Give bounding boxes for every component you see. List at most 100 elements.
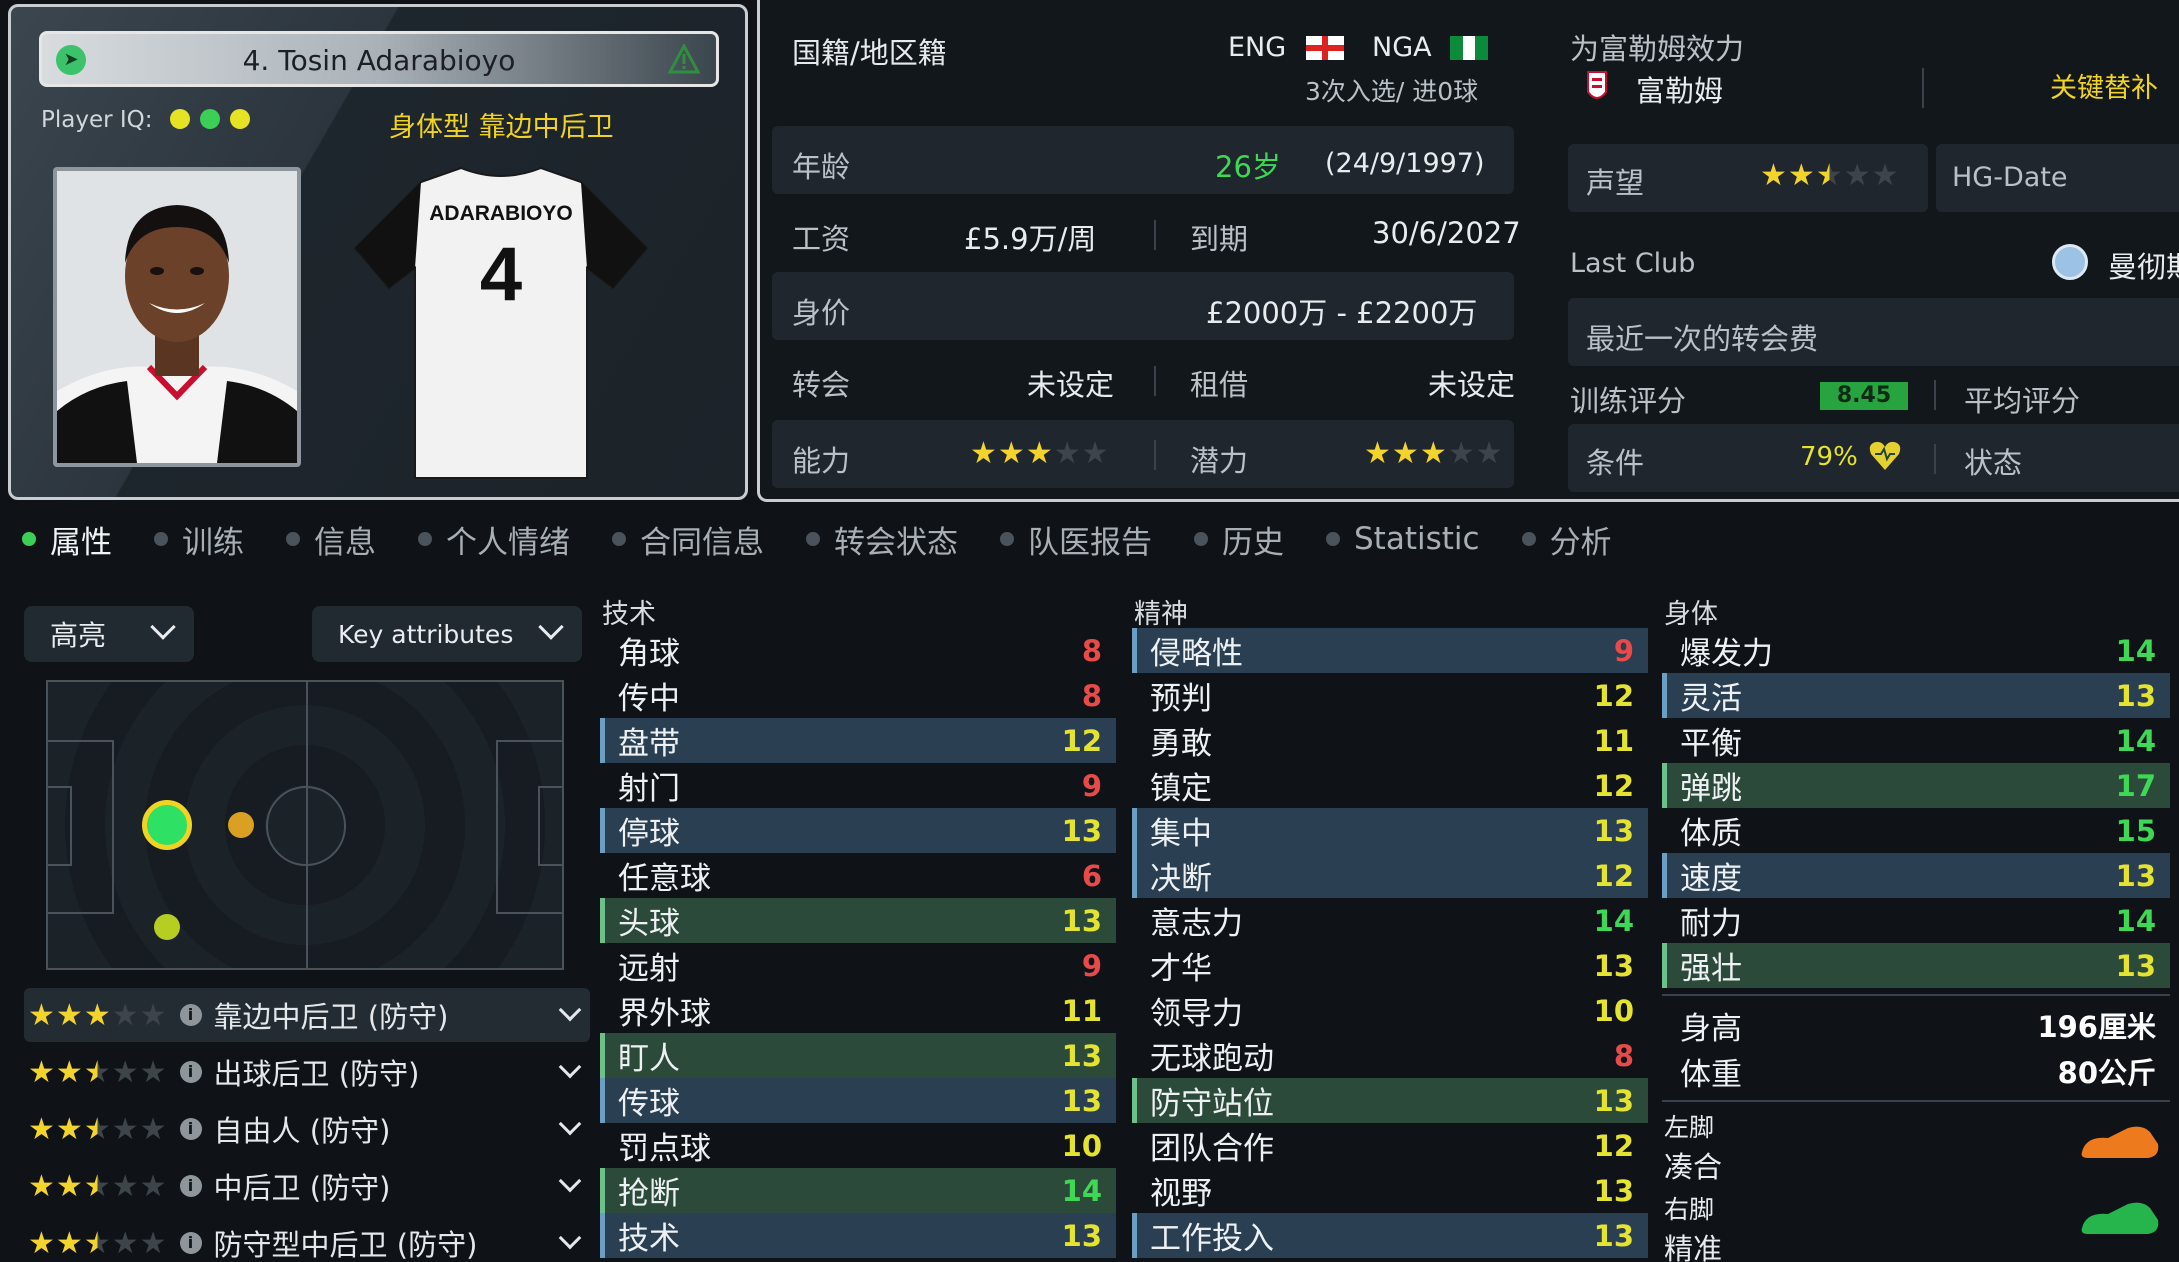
attribute-row[interactable]: 灵活 13 bbox=[1662, 673, 2170, 718]
attribute-row[interactable]: 视野 13 bbox=[1132, 1168, 1648, 1213]
potential-stars: ★★★★★ bbox=[1364, 436, 1504, 470]
position-dl[interactable] bbox=[154, 914, 180, 940]
attribute-row[interactable]: 侵略性 9 bbox=[1132, 628, 1648, 673]
attribute-row[interactable]: 任意球 6 bbox=[600, 853, 1116, 898]
attribute-row[interactable]: 平衡 14 bbox=[1662, 718, 2170, 763]
attribute-row[interactable]: 耐力 14 bbox=[1662, 898, 2170, 943]
attribute-row[interactable]: 工作投入 13 bbox=[1132, 1213, 1648, 1258]
technical-column: 技术 角球 8 传中 8 盘带 12 射门 9 停球 13 任意球 6 头球 13 远射 9 界外球 11 盯人 13… bbox=[600, 592, 1116, 1258]
position-natural-dc[interactable] bbox=[142, 800, 192, 850]
nation-nga[interactable]: NGA bbox=[1372, 32, 1432, 63]
attribute-row[interactable]: 传球 13 bbox=[600, 1078, 1116, 1123]
attribute-row[interactable]: 技术 13 bbox=[600, 1213, 1116, 1258]
role-stars: ★★★★★ bbox=[28, 1226, 168, 1260]
wage-value: £5.9万/周 bbox=[964, 222, 1097, 256]
tab-8[interactable]: Statistic bbox=[1326, 521, 1480, 557]
tab-label: 历史 bbox=[1222, 524, 1284, 561]
attribute-row[interactable]: 界外球 11 bbox=[600, 988, 1116, 1033]
goal-box bbox=[538, 786, 562, 866]
iq-dot bbox=[199, 109, 220, 129]
tab-9[interactable]: 分析 bbox=[1521, 517, 1612, 562]
position-dm[interactable] bbox=[228, 812, 254, 838]
attribute-row[interactable]: 盯人 13 bbox=[600, 1033, 1116, 1078]
tab-4[interactable]: 合同信息 bbox=[612, 517, 764, 562]
info-icon[interactable]: i bbox=[179, 1061, 202, 1083]
role-stars: ★★★★★ bbox=[28, 1169, 168, 1203]
reputation-stars: ★★★★★ bbox=[1760, 158, 1900, 192]
warning-icon[interactable] bbox=[668, 44, 700, 74]
tab-dot-icon bbox=[806, 532, 820, 546]
role-item[interactable]: ★★★★★ i 中后卫 (防守) bbox=[24, 1159, 590, 1213]
chevron-down-icon[interactable] bbox=[558, 1169, 582, 1193]
attribute-name: 传中 bbox=[618, 681, 680, 717]
avg-rating-label: 平均评分 bbox=[1964, 384, 2081, 418]
info-icon[interactable]: i bbox=[179, 1232, 202, 1254]
transfer-value[interactable]: 未设定 bbox=[1027, 362, 1114, 404]
last-club-crest-icon bbox=[2052, 244, 2088, 280]
iq-dot bbox=[169, 109, 190, 129]
attribute-value: 12 bbox=[1593, 1128, 1634, 1163]
attribute-row[interactable]: 传中 8 bbox=[600, 673, 1116, 718]
attribute-row[interactable]: 镇定 12 bbox=[1132, 763, 1648, 808]
attribute-row[interactable]: 弹跳 17 bbox=[1662, 763, 2170, 808]
tab-1[interactable]: 训练 bbox=[154, 517, 244, 562]
attribute-row[interactable]: 无球跑动 8 bbox=[1132, 1033, 1648, 1078]
loan-value[interactable]: 未设定 bbox=[1428, 362, 1515, 404]
tab-6[interactable]: 队医报告 bbox=[1000, 517, 1152, 562]
tab-5[interactable]: 转会状态 bbox=[806, 517, 958, 562]
role-item[interactable]: ★★★★★ i 靠边中后卫 (防守) bbox=[24, 988, 590, 1042]
attribute-row[interactable]: 头球 13 bbox=[600, 898, 1116, 943]
attribute-value: 13 bbox=[1061, 1038, 1102, 1073]
role-item[interactable]: ★★★★★ i 防守型中后卫 (防守) bbox=[24, 1216, 590, 1262]
attribute-row[interactable]: 领导力 10 bbox=[1132, 988, 1648, 1033]
attribute-row[interactable]: 集中 13 bbox=[1132, 808, 1648, 853]
attribute-row[interactable]: 防守站位 13 bbox=[1132, 1078, 1648, 1123]
tab-7[interactable]: 历史 bbox=[1194, 517, 1284, 562]
attribute-row[interactable]: 团队合作 12 bbox=[1132, 1123, 1648, 1168]
attribute-row[interactable]: 盘带 12 bbox=[600, 718, 1116, 763]
attribute-row[interactable]: 爆发力 14 bbox=[1662, 628, 2170, 673]
club-name[interactable]: 富勒姆 bbox=[1636, 68, 1723, 110]
attribute-row[interactable]: 射门 9 bbox=[600, 763, 1116, 808]
attribute-row[interactable]: 预判 12 bbox=[1132, 673, 1648, 718]
attribute-row[interactable]: 停球 13 bbox=[600, 808, 1116, 853]
highlight-dropdown[interactable]: 高亮 bbox=[24, 606, 194, 662]
attribute-row[interactable]: 才华 13 bbox=[1132, 943, 1648, 988]
chevron-down-icon[interactable] bbox=[558, 998, 582, 1022]
attribute-name: 盘带 bbox=[618, 726, 680, 762]
attribute-value: 13 bbox=[2115, 678, 2156, 713]
status-label: 状态 bbox=[1964, 446, 2023, 480]
attribute-row[interactable]: 意志力 14 bbox=[1132, 898, 1648, 943]
tab-0[interactable]: 属性 bbox=[22, 517, 112, 562]
attribute-name: 抢断 bbox=[618, 1176, 680, 1212]
last-club-name[interactable]: 曼彻斯 bbox=[2108, 244, 2179, 286]
chevron-down-icon[interactable] bbox=[558, 1226, 582, 1250]
attribute-row[interactable]: 勇敢 11 bbox=[1132, 718, 1648, 763]
info-icon[interactable]: i bbox=[179, 1004, 202, 1026]
role-item[interactable]: ★★★★★ i 自由人 (防守) bbox=[24, 1102, 590, 1156]
tab-3[interactable]: 个人情绪 bbox=[418, 517, 570, 562]
attribute-row[interactable]: 强壮 13 bbox=[1662, 943, 2170, 988]
attribute-row[interactable]: 决断 12 bbox=[1132, 853, 1648, 898]
goal-box bbox=[48, 786, 72, 866]
shirt-number: 4 bbox=[480, 232, 522, 317]
info-icon[interactable]: i bbox=[179, 1118, 202, 1140]
star-icon: ★ bbox=[28, 1112, 55, 1147]
role-item[interactable]: ★★★★★ i 出球后卫 (防守) bbox=[24, 1045, 590, 1099]
tab-2[interactable]: 信息 bbox=[286, 517, 376, 562]
attribute-row[interactable]: 角球 8 bbox=[600, 628, 1116, 673]
attribute-row[interactable]: 体质 15 bbox=[1662, 808, 2170, 853]
chevron-down-icon[interactable] bbox=[558, 1112, 582, 1136]
info-icon[interactable]: i bbox=[179, 1175, 202, 1197]
chevron-down-icon[interactable] bbox=[558, 1055, 582, 1079]
attribute-row[interactable]: 速度 13 bbox=[1662, 853, 2170, 898]
attribute-row[interactable]: 远射 9 bbox=[600, 943, 1116, 988]
attribute-name: 灵活 bbox=[1680, 681, 1742, 717]
tab-label: 个人情绪 bbox=[446, 524, 570, 561]
squad-status[interactable]: 关键替补 bbox=[2050, 66, 2158, 105]
key-attributes-dropdown[interactable]: Key attributes bbox=[312, 606, 582, 662]
role-stars: ★★★★★ bbox=[28, 998, 168, 1032]
nation-eng[interactable]: ENG bbox=[1228, 32, 1286, 63]
attribute-row[interactable]: 抢断 14 bbox=[600, 1168, 1116, 1213]
attribute-row[interactable]: 罚点球 10 bbox=[600, 1123, 1116, 1168]
